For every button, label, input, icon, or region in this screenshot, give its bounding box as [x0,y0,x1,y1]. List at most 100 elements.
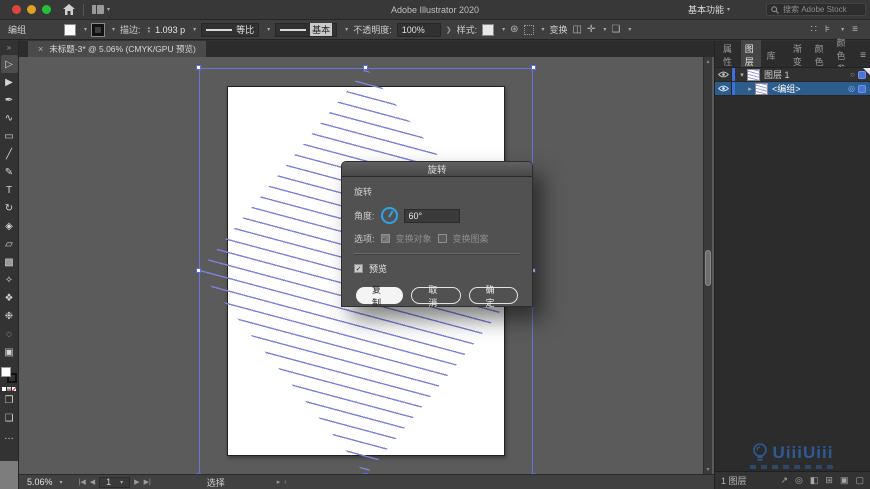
previous-artboard-icon[interactable]: ◀ [90,478,95,486]
angle-input[interactable] [403,208,460,223]
align-objects-icon[interactable]: ✛ [587,24,595,35]
chevron-down-icon[interactable]: ▾ [603,26,606,33]
layer-name[interactable]: 图层 1 [764,68,850,81]
fill-stroke-indicator[interactable] [1,367,17,383]
width-profile-dropdown[interactable]: 等比 [201,22,260,37]
zoom-tool[interactable]: ◌ [1,325,18,343]
blend-tool[interactable]: ❖ [1,289,18,307]
document-setup-icon[interactable] [523,24,534,35]
rotate-tool[interactable]: ↻ [1,199,18,217]
fill-color-swatch[interactable] [64,23,77,36]
line-segment-tool[interactable]: ╱ [1,145,18,163]
last-artboard-icon[interactable]: ▶| [144,478,151,486]
collect-for-export-icon[interactable]: ↗ [781,475,789,486]
tab-layers[interactable]: 图层 [740,40,761,70]
chevron-down-icon[interactable]: ▾ [737,71,747,79]
next-artboard-icon[interactable]: ▶ [134,478,139,486]
eyedropper-tool[interactable]: ✧ [1,271,18,289]
scroll-up-icon[interactable]: ▴ [704,58,712,65]
close-window-button[interactable] [12,5,21,14]
cancel-button[interactable]: 取消 [411,285,461,308]
tab-gradient[interactable]: 渐变 [789,40,809,70]
target-circle-icon[interactable]: ◎ [848,84,855,93]
transform-link[interactable]: 变换 [550,23,568,36]
workspace-switcher[interactable]: 基本功能 ▾ [688,3,730,16]
layer-row[interactable]: ▸ <编组> ◎ [715,82,870,96]
gradient-tool[interactable]: ▩ [1,253,18,271]
group-name[interactable]: <编组> [772,82,848,95]
stroke-weight-value[interactable]: 1.093 p [155,25,185,35]
locate-object-icon[interactable]: ◎ [795,475,803,486]
curvature-tool[interactable]: ∿ [1,109,18,127]
preview-checkbox[interactable]: ✓ [354,264,363,273]
type-tool[interactable]: T [1,181,18,199]
vertical-scrollbar[interactable]: ▴ ▾ [703,57,712,474]
selection-tool[interactable]: ▷ [0,55,18,73]
minimize-window-button[interactable] [27,5,36,14]
home-icon[interactable] [63,4,75,15]
artboard-tool[interactable]: ▣ [1,343,18,361]
status-flyout-icon[interactable]: ▸ [277,478,281,486]
symbol-sprayer-tool[interactable]: ❉ [1,307,18,325]
arrange-grid-icon[interactable]: ∷ [811,24,817,35]
selection-handle[interactable] [363,65,368,70]
flow-options-icon[interactable]: ⊧ [825,24,830,35]
chevron-down-icon[interactable]: ▾ [60,479,63,486]
tab-color[interactable]: 颜色 [811,40,831,70]
selection-handle[interactable] [196,65,201,70]
none-button[interactable] [12,387,16,391]
clipping-mask-icon[interactable]: ◧ [810,475,819,486]
delete-selection-icon[interactable]: ▢ [855,475,864,486]
selection-indicator[interactable] [858,84,866,93]
chevron-right-icon[interactable]: ▸ [745,85,755,93]
zoom-level[interactable]: 5.06% [27,477,53,487]
paintbrush-tool[interactable]: ✎ [1,163,18,181]
direct-selection-tool[interactable]: ▶ [1,73,18,91]
collapse-panel-icon[interactable]: » [7,43,11,55]
fill-indicator[interactable] [1,367,11,377]
tab-properties[interactable]: 属性 [719,40,739,70]
transform-patterns-checkbox[interactable] [437,234,447,243]
selection-handle[interactable] [196,268,201,273]
visibility-toggle[interactable] [715,68,732,81]
scroll-down-icon[interactable]: ▾ [704,466,712,473]
chevron-down-icon[interactable]: ▾ [107,6,110,13]
drawing-modes-icon[interactable]: ❐ [1,391,18,409]
screen-mode-icon[interactable]: ❏ [1,409,18,427]
edit-toolbar-icon[interactable]: … [1,427,18,445]
copy-button[interactable]: 复制 [356,285,404,308]
transform-objects-checkbox[interactable]: ✓ [380,234,390,243]
layer-row[interactable]: ▾ 图层 1 ○ [715,68,870,82]
rectangle-tool[interactable]: ▭ [1,127,18,145]
document-tab[interactable]: × 未标题-3* @ 5.06% (CMYK/GPU 预览) [28,41,206,57]
panel-menu-icon[interactable]: ≡ [860,50,866,61]
group-thumbnail[interactable] [755,82,768,95]
selection-handle[interactable] [531,65,536,70]
brush-definition-dropdown[interactable]: 基本 [275,22,338,37]
close-tab-icon[interactable]: × [38,44,43,54]
opacity-value[interactable]: 100% [396,22,441,37]
chevron-down-icon[interactable]: ▾ [345,26,348,33]
artboard-navigator[interactable]: 1 ▾ [99,476,131,488]
target-circle-icon[interactable]: ○ [850,70,855,79]
pen-tool[interactable]: ✒ [1,91,18,109]
first-artboard-icon[interactable]: |◀ [79,478,86,486]
stroke-color-swatch[interactable] [91,22,106,37]
publish-online-icon[interactable]: ⊛ [510,24,518,35]
ok-button[interactable]: 确定 [468,285,518,308]
chevron-down-icon[interactable]: ▾ [542,26,545,33]
tab-libraries[interactable]: 库 [763,47,780,64]
chevron-down-icon[interactable]: ▾ [267,26,270,33]
scroll-left-icon[interactable]: ‹ [284,479,286,486]
chevron-down-icon[interactable]: ▾ [193,26,196,33]
dialog-title[interactable]: 旋转 [342,162,532,177]
arrange-documents-icon[interactable] [92,5,104,14]
chevron-right-icon[interactable]: ❯ [446,26,452,34]
shape-modes-icon[interactable]: ❏ [611,24,620,35]
chevron-down-icon[interactable]: ▾ [628,26,631,33]
isolate-object-icon[interactable]: ◫ [573,24,582,35]
new-sublayer-icon[interactable]: ⊞ [825,475,833,486]
eraser-tool[interactable]: ◈ [1,217,18,235]
stroke-weight-stepper[interactable]: ▴ ▾ [148,25,151,34]
graphic-style-swatch[interactable] [482,23,495,36]
